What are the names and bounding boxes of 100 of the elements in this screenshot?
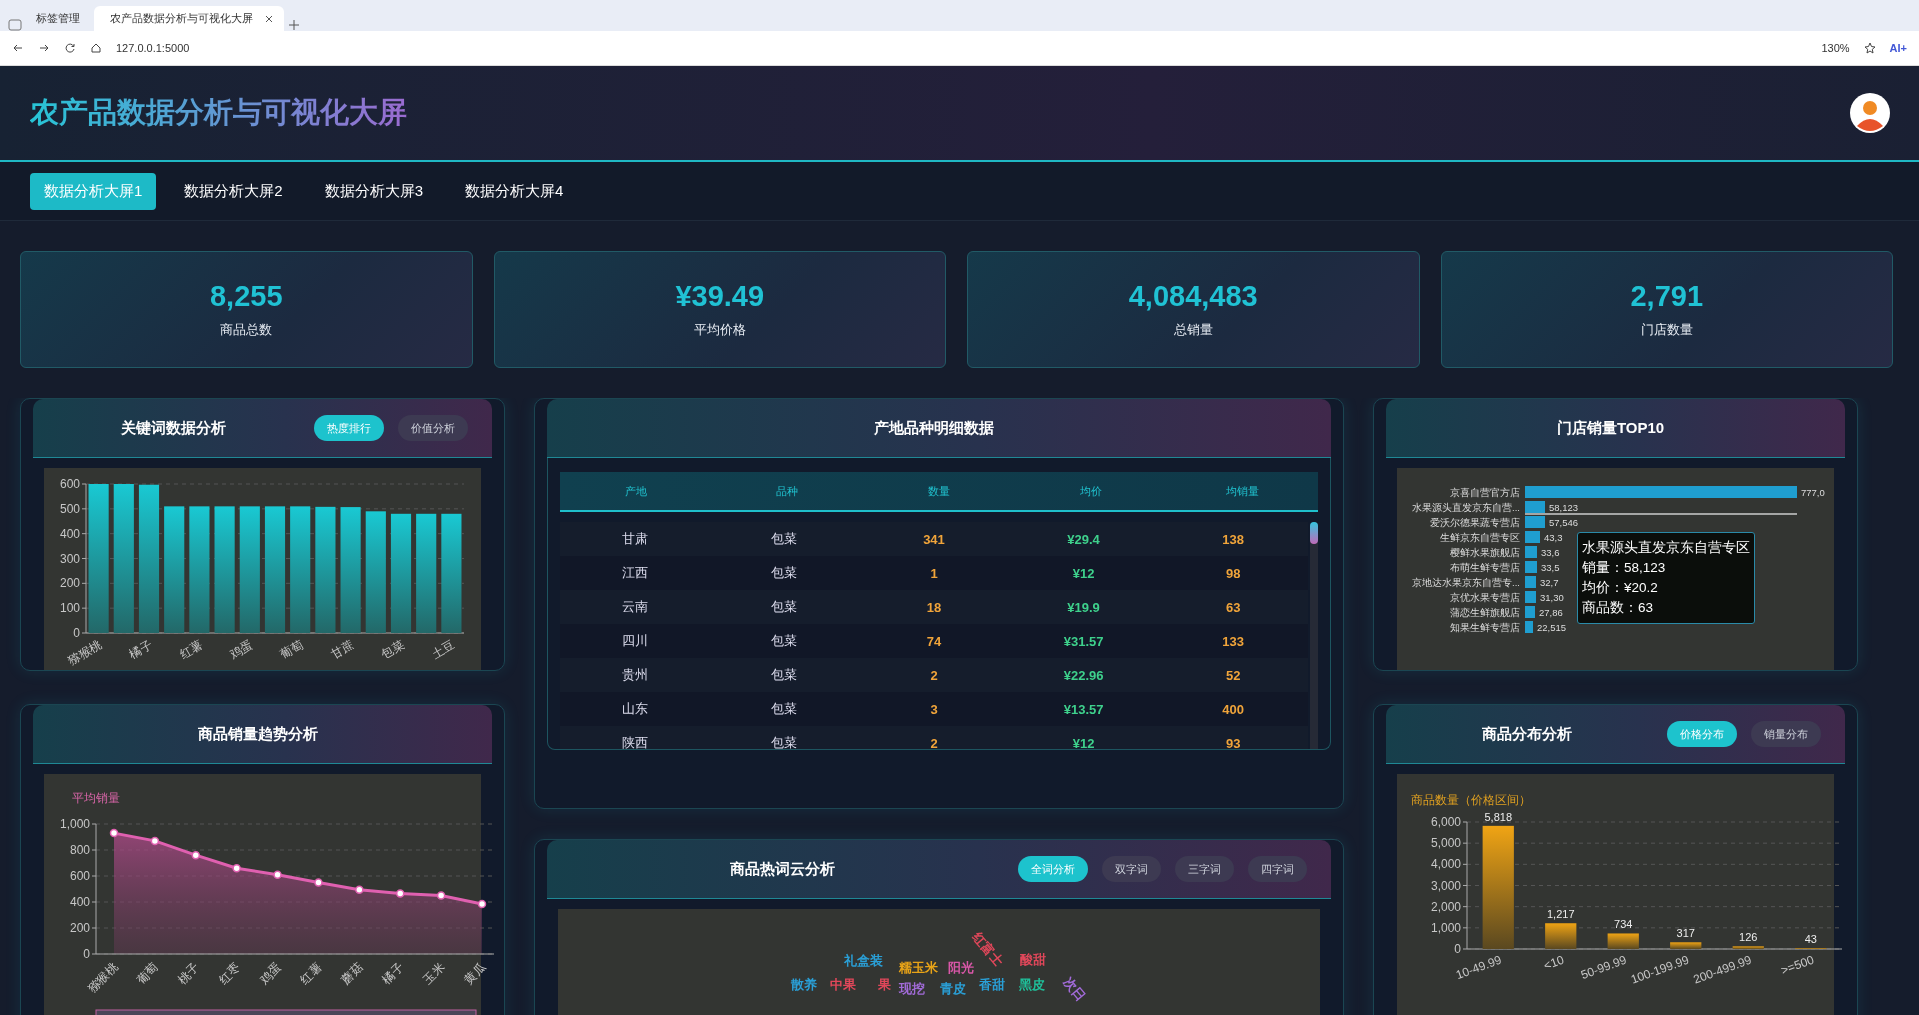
tooltip-line: 销量：58,123 [1582, 559, 1667, 577]
category-label: 橘子 [379, 960, 407, 988]
tick-label: 400 [69, 895, 90, 909]
address-field[interactable]: 127.0.0.1:5000 [116, 42, 190, 54]
scroll-thumb[interactable] [1310, 522, 1318, 544]
table-cell-text: ¥19.9 [1066, 599, 1101, 615]
close-icon[interactable] [264, 13, 274, 24]
store-label: 蒲恋生鲜旗舰店 [1450, 607, 1520, 618]
axis-title: 商品数量（价格区间） [1411, 793, 1531, 807]
column-header: 数量 [927, 483, 951, 499]
table-cell-text: 四川 [620, 632, 649, 650]
home-icon[interactable] [90, 42, 102, 54]
table-cell-text: 山东 [620, 700, 649, 718]
table-cell-text: 400 [1221, 701, 1246, 717]
bar [1525, 576, 1536, 588]
tick-label: 300 [59, 551, 80, 566]
table-cell-text: ¥31.57 [1062, 633, 1105, 649]
tooltip-line: 商品数：63 [1582, 599, 1655, 617]
table-cell-text: 74 [925, 633, 943, 649]
category-label: 葡萄 [277, 637, 306, 662]
data-label: 126 [1739, 931, 1758, 944]
star-icon[interactable] [1863, 42, 1876, 54]
panel-title: 商品热词云分析 [729, 859, 836, 879]
zoom-level[interactable]: 130% [1821, 42, 1850, 54]
cloud-word: 酸甜 [1020, 951, 1046, 969]
category-label: 葡萄 [134, 960, 161, 988]
store-label: 爱沃尔德果蔬专营店 [1430, 517, 1520, 528]
zoom-slider[interactable] [95, 1009, 477, 1015]
ai-button[interactable]: AI+ [1889, 42, 1907, 54]
category-label: 猕猴桃 [65, 637, 105, 668]
forward-icon[interactable] [38, 42, 50, 54]
table-cell-text: 云南 [620, 598, 649, 616]
category-label: 蘑菇 [338, 960, 366, 988]
data-point [191, 850, 201, 860]
category-label: 土豆 [429, 637, 457, 662]
category-label: >=500 [1779, 952, 1816, 978]
tick-label: 1,000 [59, 817, 90, 831]
cloud-word: 青皮 [940, 980, 966, 998]
category-label: 鸡蛋 [256, 960, 284, 988]
reload-icon[interactable] [64, 42, 76, 54]
table-cell-text: 2 [929, 667, 939, 683]
data-point [395, 889, 405, 898]
tick-label: 4,000 [1430, 857, 1461, 872]
cloud-word: 黑皮 [1019, 976, 1045, 994]
cloud-word: 糯玉米 [899, 959, 938, 977]
tick-label: 0 [83, 947, 90, 961]
avatar-icon[interactable] [1849, 92, 1891, 134]
nav-tab[interactable]: 数据分析大屏2 [170, 172, 297, 210]
new-tab-icon[interactable] [288, 19, 300, 31]
axis-title: 平均销量 [72, 791, 120, 805]
data-label: 1,217 [1547, 908, 1575, 921]
table-cell-text: 包菜 [770, 598, 799, 616]
stat-value: ¥39.49 [675, 280, 765, 313]
category-label: 橘子 [126, 637, 155, 662]
filter-button[interactable]: 销量分布 [1751, 721, 1821, 747]
tick-label: 500 [59, 501, 80, 516]
tick-label: 600 [69, 869, 90, 883]
category-label: 甘蔗 [328, 637, 357, 662]
table-cell-text: 341 [922, 531, 946, 547]
sales-label: 43,3 [1544, 532, 1563, 543]
table-cell-text: 52 [1224, 667, 1242, 683]
sales-label: 22,515 [1537, 622, 1567, 633]
sales-label: 31,30 [1540, 592, 1564, 603]
store-label: 知果生鲜专营店 [1450, 622, 1520, 633]
tooltip-title: 水果源头直发京东自营专区 [1582, 539, 1750, 557]
browser-tab[interactable]: 标签管理 [26, 6, 90, 31]
store-label: 京优水果专营店 [1450, 592, 1520, 603]
filter-button[interactable]: 价值分析 [398, 415, 468, 441]
table-cell-text: 133 [1221, 633, 1246, 649]
table-cell-text: 98 [1224, 565, 1242, 581]
sales-label: 33,5 [1541, 562, 1560, 573]
category-label: 红薯 [177, 637, 205, 662]
filter-button[interactable]: 三字词 [1175, 856, 1234, 882]
nav-tab[interactable]: 数据分析大屏3 [310, 172, 438, 210]
cloud-word: 礼盒装 [844, 952, 883, 970]
category-label: 鸡蛋 [227, 637, 256, 662]
tick-label: 200 [69, 921, 90, 935]
nav-tab[interactable]: 数据分析大屏4 [451, 172, 578, 210]
stat-value: 4,084,483 [1128, 280, 1258, 313]
stat-label: 门店数量 [1640, 321, 1693, 339]
bar [1525, 561, 1537, 573]
filter-button[interactable]: 双字词 [1102, 856, 1161, 882]
table-cell-text: ¥12 [1071, 735, 1096, 749]
stat-value: 8,255 [209, 280, 283, 313]
panel-title: 商品分布分析 [1480, 724, 1573, 744]
panel-title: 产地品种明细数据 [873, 418, 995, 438]
tick-label: 6,000 [1430, 815, 1461, 829]
category-label: <10 [1541, 952, 1566, 973]
data-point [355, 885, 364, 894]
bar [1525, 546, 1537, 558]
filter-button[interactable]: 四字词 [1248, 856, 1307, 882]
data-label: 317 [1676, 927, 1695, 940]
back-icon[interactable] [12, 42, 24, 54]
table-cell-text: 1 [929, 565, 939, 581]
column-header: 品种 [775, 483, 800, 499]
table-cell-text: 包菜 [770, 734, 799, 749]
sales-label: 777,0 [1801, 487, 1825, 498]
tick-label: 3,000 [1430, 878, 1461, 893]
cloud-word: 阳光 [948, 959, 974, 977]
browser-tab[interactable]: 农产品数据分析与可视化大屏 [94, 6, 284, 31]
